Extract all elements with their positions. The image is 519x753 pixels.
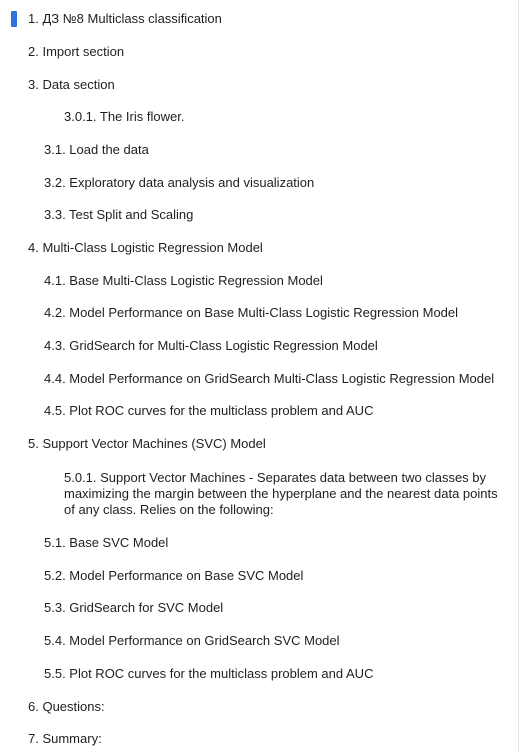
- outline-item-6[interactable]: 6. Questions:: [28, 699, 105, 715]
- outline-item-5-5[interactable]: 5.5. Plot ROC curves for the multiclass …: [44, 666, 373, 682]
- outline-item-4-2[interactable]: 4.2. Model Performance on Base Multi-Cla…: [44, 305, 458, 321]
- outline-item-3[interactable]: 3. Data section: [28, 77, 115, 93]
- outline-item-3-1[interactable]: 3.1. Load the data: [44, 142, 149, 158]
- outline-item-3-2[interactable]: 3.2. Exploratory data analysis and visua…: [44, 175, 314, 191]
- outline-item-5-2[interactable]: 5.2. Model Performance on Base SVC Model: [44, 568, 303, 584]
- outline-item-2[interactable]: 2. Import section: [28, 44, 124, 60]
- outline-item-4-4[interactable]: 4.4. Model Performance on GridSearch Mul…: [44, 371, 494, 387]
- outline-item-5-0-1[interactable]: 5.0.1. Support Vector Machines - Separat…: [64, 470, 510, 518]
- outline-item-5-3[interactable]: 5.3. GridSearch for SVC Model: [44, 600, 223, 616]
- outline-item-4-3[interactable]: 4.3. GridSearch for Multi-Class Logistic…: [44, 338, 378, 354]
- outline-item-5-4[interactable]: 5.4. Model Performance on GridSearch SVC…: [44, 633, 340, 649]
- outline-item-4[interactable]: 4. Multi-Class Logistic Regression Model: [28, 240, 263, 256]
- outline-item-4-1[interactable]: 4.1. Base Multi-Class Logistic Regressio…: [44, 273, 323, 289]
- outline-item-4-5[interactable]: 4.5. Plot ROC curves for the multiclass …: [44, 403, 373, 419]
- outline-item-7[interactable]: 7. Summary:: [28, 731, 102, 747]
- outline-item-5[interactable]: 5. Support Vector Machines (SVC) Model: [28, 436, 266, 452]
- outline-item-3-3[interactable]: 3.3. Test Split and Scaling: [44, 207, 193, 223]
- outline-item-3-0-1[interactable]: 3.0.1. The Iris flower.: [64, 109, 184, 125]
- active-item-marker: [11, 11, 17, 27]
- notebook-outline-panel: 1. ДЗ №8 Multiclass classification 2. Im…: [0, 0, 519, 753]
- outline-item-5-1[interactable]: 5.1. Base SVC Model: [44, 535, 168, 551]
- outline-item-1[interactable]: 1. ДЗ №8 Multiclass classification: [28, 11, 222, 27]
